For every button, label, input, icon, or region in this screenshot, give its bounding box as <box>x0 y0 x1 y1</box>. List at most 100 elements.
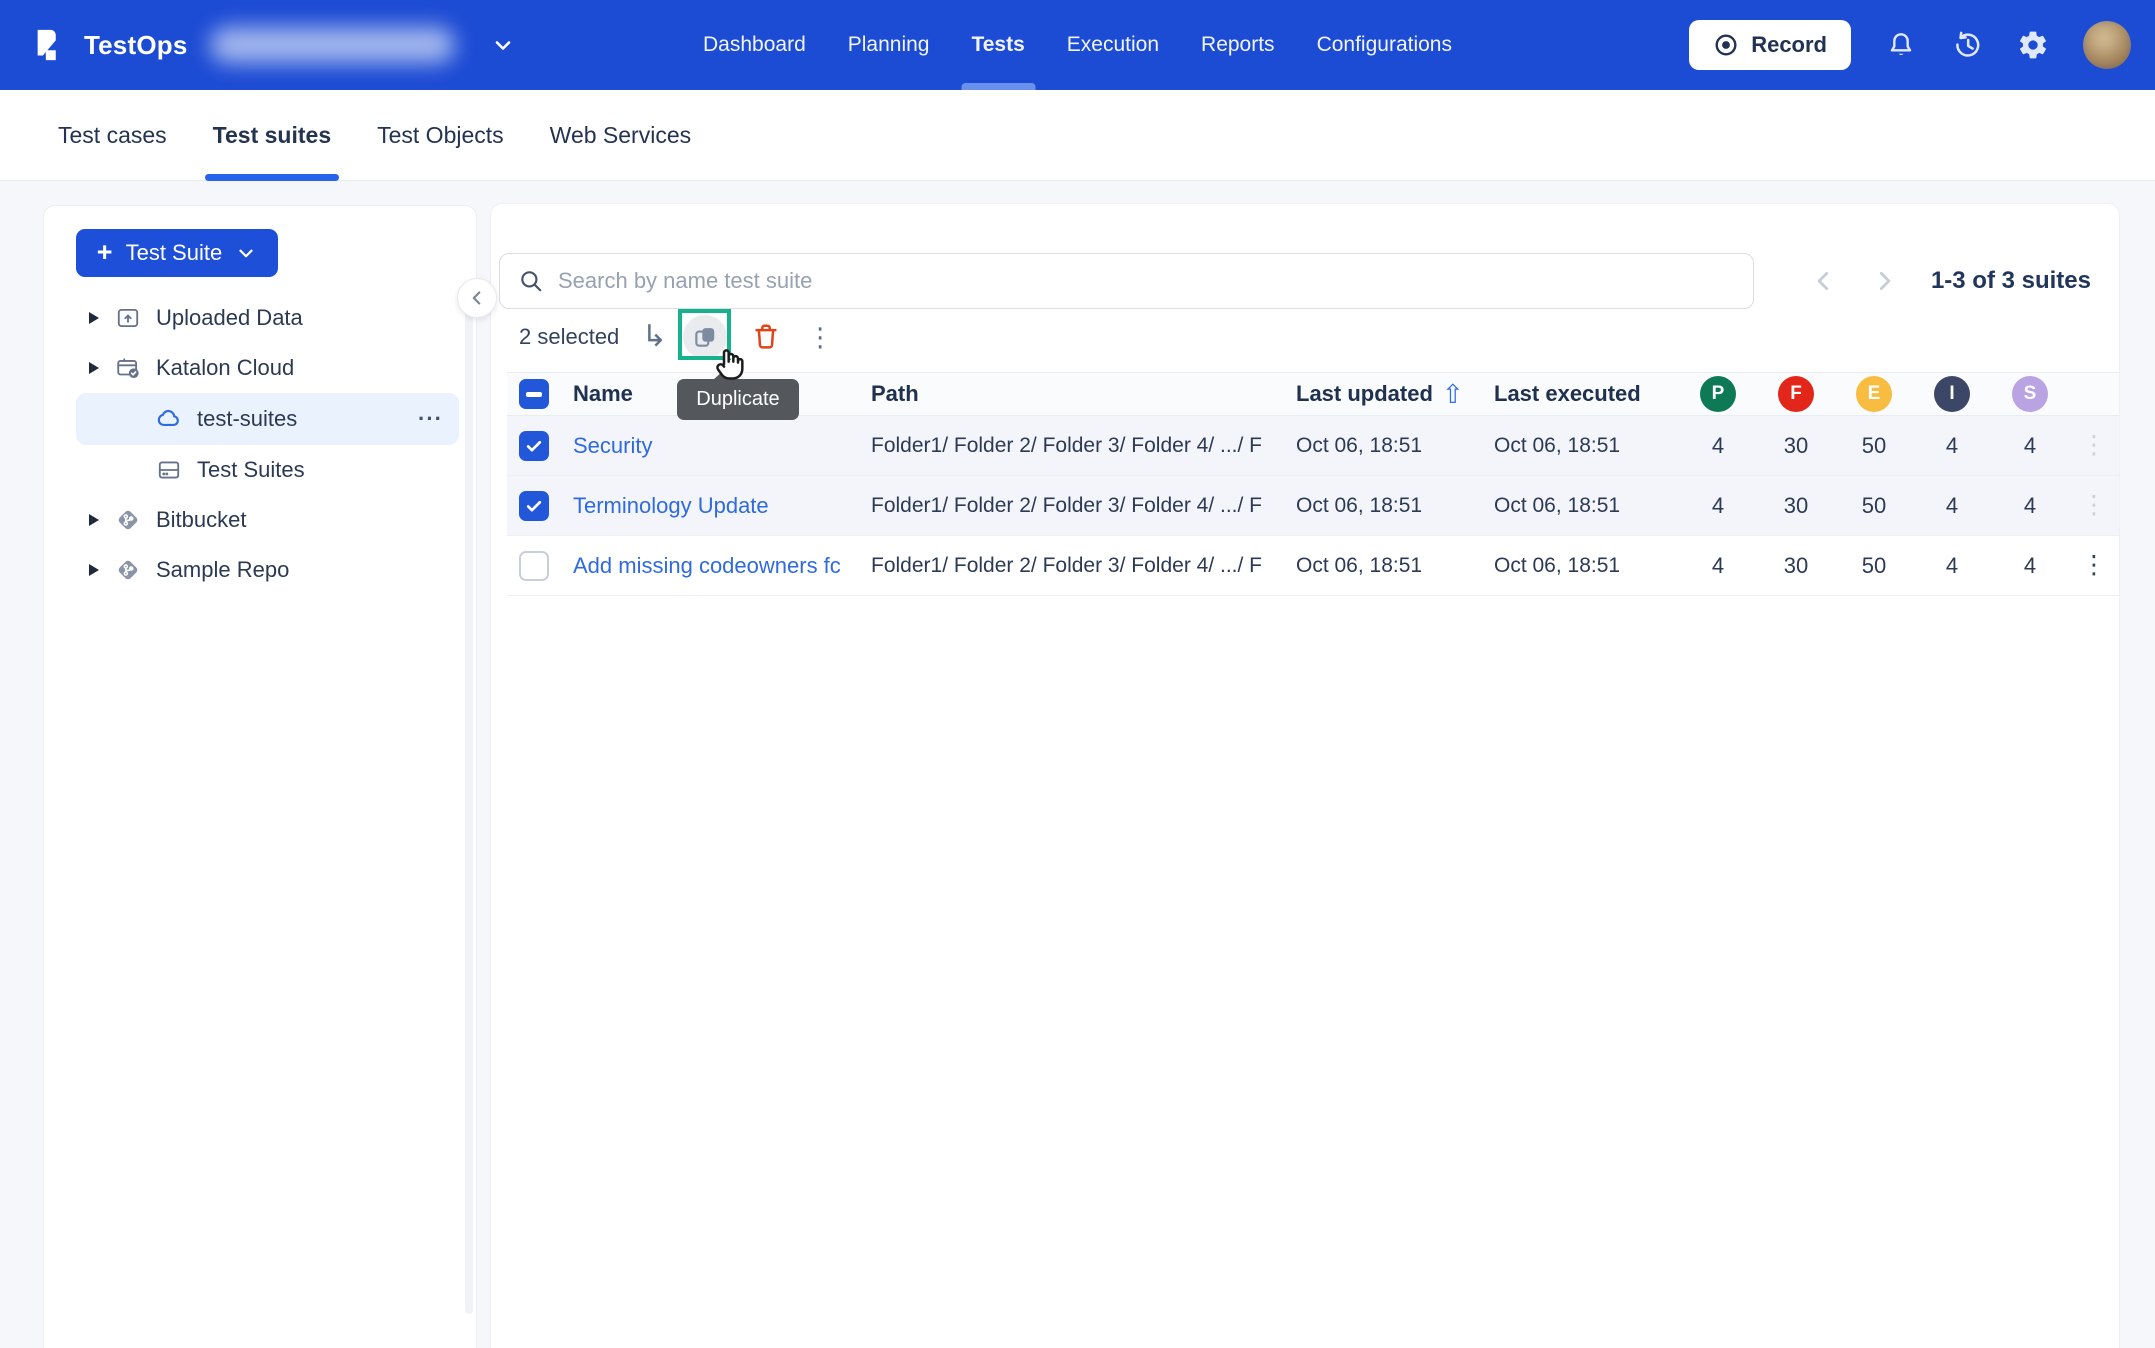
row-checkbox[interactable] <box>519 551 549 581</box>
record-button[interactable]: Record <box>1689 20 1851 70</box>
selection-toolbar: 2 selected ↳ Duplicate ⋮ <box>499 315 2119 359</box>
sidebar-collapse-button[interactable] <box>457 278 497 318</box>
tab-test-cases[interactable]: Test cases <box>58 90 167 180</box>
nav-configurations[interactable]: Configurations <box>1317 0 1452 90</box>
notifications-icon[interactable] <box>1885 29 1917 61</box>
tree-item-sample-repo[interactable]: Sample Repo <box>76 545 459 595</box>
duplicate-icon <box>692 324 718 350</box>
app-bar: TestOps Dashboard Planning Tests Executi… <box>0 0 2155 90</box>
failed-count: 30 <box>1784 433 1808 459</box>
brand: TestOps <box>0 24 515 66</box>
tab-web-services[interactable]: Web Services <box>550 90 691 180</box>
nav-tests[interactable]: Tests <box>971 0 1024 90</box>
kebab-icon: ⋮ <box>2082 431 2107 459</box>
nav-reports[interactable]: Reports <box>1201 0 1275 90</box>
kebab-icon: ⋮ <box>2082 491 2107 519</box>
caret-right-icon[interactable] <box>89 312 99 324</box>
error-count: 50 <box>1862 493 1886 519</box>
tab-test-suites[interactable]: Test suites <box>213 90 331 180</box>
git-repo-icon <box>115 507 141 533</box>
last-updated-value: Oct 06, 18:51 <box>1296 554 1494 578</box>
error-count: 50 <box>1862 553 1886 579</box>
status-badge-failed: F <box>1778 376 1814 412</box>
last-executed-value: Oct 06, 18:51 <box>1494 434 1679 458</box>
column-header-path: Path <box>871 381 1296 407</box>
nav-planning[interactable]: Planning <box>848 0 930 90</box>
chevron-left-icon <box>1811 268 1837 294</box>
select-all-checkbox[interactable] <box>519 379 549 409</box>
caret-right-icon[interactable] <box>89 362 99 374</box>
tab-test-objects[interactable]: Test Objects <box>377 90 504 180</box>
last-updated-value: Oct 06, 18:51 <box>1296 434 1494 458</box>
tree-item-uploaded-data[interactable]: Uploaded Data <box>76 293 459 343</box>
record-icon <box>1713 32 1739 58</box>
tree-item-bitbucket[interactable]: Bitbucket <box>76 495 459 545</box>
next-page-button[interactable] <box>1871 268 1897 294</box>
row-actions-button[interactable]: ⋮ <box>2082 553 2107 578</box>
history-icon[interactable] <box>1951 29 1983 61</box>
skipped-count: 4 <box>2024 433 2036 459</box>
suite-name-link[interactable]: Terminology Update <box>573 493 871 519</box>
tree-item-katalon-cloud[interactable]: Katalon Cloud <box>76 343 459 393</box>
git-repo-icon <box>115 557 141 583</box>
column-header-last-updated: Last updated ⇧ <box>1296 381 1494 407</box>
row-actions-button[interactable]: ⋮ <box>2082 433 2107 458</box>
bulk-more-actions-button[interactable]: ⋮ <box>807 324 833 350</box>
avatar-image <box>2083 21 2131 69</box>
cloud-check-icon <box>115 355 141 381</box>
top-navigation: Dashboard Planning Tests Execution Repor… <box>703 0 1452 90</box>
suite-path: Folder1/ Folder 2/ Folder 3/ Folder 4/ .… <box>871 554 1296 578</box>
error-count: 50 <box>1862 433 1886 459</box>
row-checkbox[interactable] <box>519 491 549 521</box>
table-row: Add missing codeowners fc Folder1/ Folde… <box>507 536 2119 596</box>
suite-path: Folder1/ Folder 2/ Folder 3/ Folder 4/ .… <box>871 494 1296 518</box>
active-nav-underline <box>961 83 1035 90</box>
chevron-right-icon <box>1871 268 1897 294</box>
caret-right-icon[interactable] <box>89 514 99 526</box>
new-test-suite-button[interactable]: + Test Suite <box>76 229 278 277</box>
sidebar-scrollbar[interactable] <box>465 294 473 1314</box>
app-bar-actions: Record <box>1689 20 2155 70</box>
sort-ascending-icon[interactable]: ⇧ <box>1442 381 1464 407</box>
suite-name-link[interactable]: Security <box>573 433 871 459</box>
table-row: Terminology Update Folder1/ Folder 2/ Fo… <box>507 476 2119 536</box>
passed-count: 4 <box>1712 553 1724 579</box>
row-actions-button[interactable]: ⋮ <box>2082 493 2107 518</box>
pagination: 1-3 of 3 suites <box>1811 267 2091 295</box>
incomplete-count: 4 <box>1946 553 1958 579</box>
search-input[interactable] <box>558 268 1735 294</box>
trash-icon <box>751 322 781 352</box>
delete-button[interactable] <box>751 322 781 352</box>
move-to-folder-button[interactable]: ↳ <box>637 322 671 352</box>
caret-right-icon[interactable] <box>89 564 99 576</box>
nav-dashboard[interactable]: Dashboard <box>703 0 806 90</box>
skipped-count: 4 <box>2024 493 2036 519</box>
failed-count: 30 <box>1784 553 1808 579</box>
table-row: Security Folder1/ Folder 2/ Folder 3/ Fo… <box>507 416 2119 476</box>
previous-page-button[interactable] <box>1811 268 1837 294</box>
duplicate-control: Duplicate <box>683 315 727 359</box>
workspace-switcher-chevron-icon[interactable] <box>491 33 515 57</box>
more-actions-icon[interactable]: ··· <box>418 406 459 432</box>
incomplete-count: 4 <box>1946 493 1958 519</box>
last-executed-value: Oct 06, 18:51 <box>1494 554 1679 578</box>
row-checkbox[interactable] <box>519 431 549 461</box>
passed-count: 4 <box>1712 493 1724 519</box>
selected-count-label: 2 selected <box>519 324 619 350</box>
duplicate-tooltip: Duplicate <box>677 379 798 420</box>
tree-item-test-suites-folder[interactable]: test-suites ··· <box>76 393 459 445</box>
search-box <box>499 253 1754 309</box>
nav-execution[interactable]: Execution <box>1067 0 1159 90</box>
check-icon <box>524 436 544 456</box>
pagination-range-label: 1-3 of 3 suites <box>1931 267 2091 295</box>
tree-item-test-suites-card[interactable]: Test Suites <box>76 445 459 495</box>
suite-card-icon <box>156 457 182 483</box>
duplicate-button[interactable] <box>683 315 727 359</box>
settings-icon[interactable] <box>2017 29 2049 61</box>
suite-name-link[interactable]: Add missing codeowners fc <box>573 553 871 579</box>
search-icon <box>518 268 544 294</box>
katalon-logo-icon <box>26 24 68 66</box>
avatar[interactable] <box>2083 21 2131 69</box>
suite-path: Folder1/ Folder 2/ Folder 3/ Folder 4/ .… <box>871 434 1296 458</box>
status-badge-skipped: S <box>2012 376 2048 412</box>
